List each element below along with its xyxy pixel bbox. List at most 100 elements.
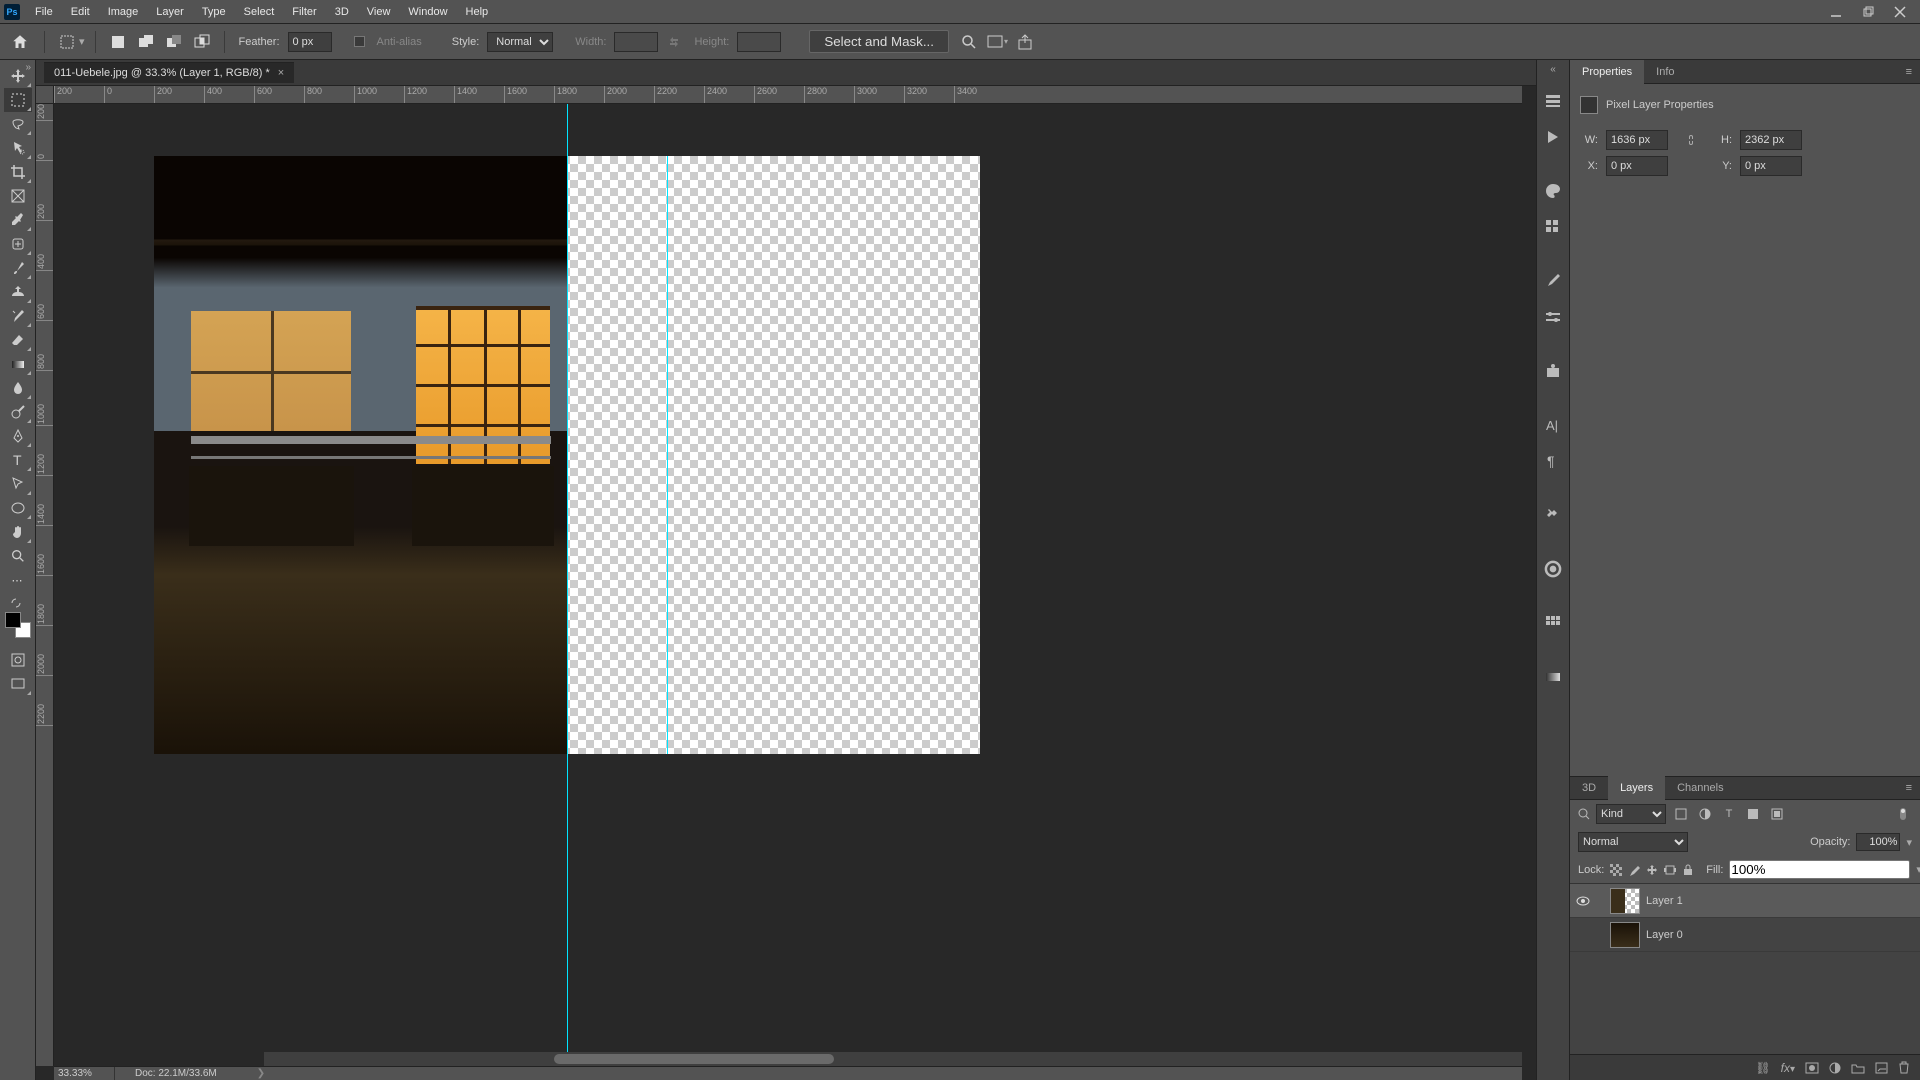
horizontal-ruler[interactable]: 2000200400600800100012001400160018002000…	[54, 86, 1522, 104]
marquee-tool[interactable]	[4, 88, 32, 112]
layer-row[interactable]: Layer 1	[1570, 884, 1920, 918]
pen-tool[interactable]	[4, 424, 32, 448]
info-tab[interactable]: Info	[1644, 60, 1686, 84]
crop-tool[interactable]	[4, 160, 32, 184]
history-panel-icon[interactable]	[1540, 88, 1566, 114]
menu-window[interactable]: Window	[399, 0, 456, 24]
search-icon[interactable]	[957, 30, 981, 54]
libraries-panel-icon[interactable]	[1540, 556, 1566, 582]
clone-stamp-tool[interactable]	[4, 280, 32, 304]
lock-all-icon[interactable]	[1682, 862, 1694, 878]
canvas-viewport[interactable]	[54, 104, 1522, 1066]
layer-mask-icon[interactable]	[1805, 1062, 1819, 1074]
character-panel-icon[interactable]: A|	[1540, 412, 1566, 438]
shape-tool[interactable]	[4, 496, 32, 520]
path-selection-tool[interactable]	[4, 472, 32, 496]
brushes-panel-icon[interactable]	[1540, 268, 1566, 294]
filter-shape-icon[interactable]	[1744, 805, 1762, 823]
horizontal-scrollbar[interactable]	[264, 1052, 1522, 1066]
menu-edit[interactable]: Edit	[62, 0, 99, 24]
screen-mode-icon[interactable]: ▾	[985, 30, 1009, 54]
select-and-mask-button[interactable]: Select and Mask...	[809, 30, 949, 53]
menu-type[interactable]: Type	[193, 0, 235, 24]
blend-mode-select[interactable]: Normal	[1578, 832, 1688, 852]
color-swatches[interactable]	[5, 612, 31, 638]
lock-pixels-icon[interactable]	[1628, 862, 1640, 878]
color-panel-icon[interactable]	[1540, 178, 1566, 204]
selection-add-icon[interactable]	[134, 30, 158, 54]
fill-chevron-icon[interactable]: ▾	[1916, 863, 1920, 876]
filter-toggle-icon[interactable]	[1894, 805, 1912, 823]
menu-3d[interactable]: 3D	[326, 0, 358, 24]
x-prop-input[interactable]	[1606, 156, 1668, 176]
menu-help[interactable]: Help	[457, 0, 498, 24]
window-close[interactable]	[1884, 0, 1916, 24]
new-layer-icon[interactable]	[1875, 1062, 1888, 1074]
hand-tool[interactable]	[4, 520, 32, 544]
delete-layer-icon[interactable]	[1898, 1061, 1910, 1074]
filter-pixel-icon[interactable]	[1672, 805, 1690, 823]
adjustment-layer-icon[interactable]	[1829, 1062, 1841, 1074]
filter-smart-icon[interactable]	[1768, 805, 1786, 823]
lasso-tool[interactable]	[4, 112, 32, 136]
history-brush-tool[interactable]	[4, 304, 32, 328]
3d-tab[interactable]: 3D	[1570, 776, 1608, 800]
screen-mode-tool-icon[interactable]	[4, 672, 32, 696]
layer-row[interactable]: Layer 0	[1570, 918, 1920, 952]
swap-colors-icon[interactable]	[4, 596, 32, 610]
window-restore[interactable]	[1852, 0, 1884, 24]
paragraph-panel-icon[interactable]: ¶	[1540, 448, 1566, 474]
close-tab-icon[interactable]: ×	[278, 67, 284, 79]
layer-thumbnail[interactable]	[1610, 888, 1640, 914]
window-minimize[interactable]	[1820, 0, 1852, 24]
zoom-tool[interactable]	[4, 544, 32, 568]
selection-subtract-icon[interactable]	[162, 30, 186, 54]
selection-intersect-icon[interactable]	[190, 30, 214, 54]
menu-view[interactable]: View	[358, 0, 400, 24]
lock-artboard-icon[interactable]	[1664, 862, 1676, 878]
type-tool[interactable]: T	[4, 448, 32, 472]
layers-panel-menu-icon[interactable]: ≡	[1898, 782, 1920, 794]
eyedropper-tool[interactable]	[4, 208, 32, 232]
layer-thumbnail[interactable]	[1610, 922, 1640, 948]
panel-menu-icon[interactable]: ≡	[1898, 66, 1920, 78]
actions-panel-icon[interactable]	[1540, 124, 1566, 150]
healing-brush-tool[interactable]	[4, 232, 32, 256]
share-icon[interactable]	[1013, 30, 1037, 54]
vertical-ruler[interactable]: 2000200400600800100012001400160018002000…	[36, 104, 54, 1066]
lock-position-icon[interactable]	[1646, 862, 1658, 878]
layers-tab[interactable]: Layers	[1608, 776, 1665, 800]
style-select[interactable]: Normal	[487, 32, 553, 52]
edit-toolbar[interactable]: ⋯	[4, 568, 32, 592]
group-icon[interactable]	[1851, 1062, 1865, 1074]
filter-type-icon[interactable]: T	[1720, 805, 1738, 823]
doc-info-chevron-icon[interactable]: ❯	[257, 1068, 265, 1079]
menu-filter[interactable]: Filter	[283, 0, 325, 24]
frame-tool[interactable]	[4, 184, 32, 208]
ruler-origin[interactable]	[36, 86, 54, 104]
menu-select[interactable]: Select	[235, 0, 284, 24]
dodge-tool[interactable]	[4, 400, 32, 424]
tool-presets-panel-icon[interactable]	[1540, 502, 1566, 528]
layer-style-icon[interactable]: fx▾	[1781, 1061, 1795, 1075]
tool-preset-icon[interactable]	[55, 30, 79, 54]
opacity-input[interactable]	[1856, 833, 1900, 851]
brush-settings-panel-icon[interactable]	[1540, 304, 1566, 330]
vertical-guide[interactable]	[667, 156, 668, 754]
gradients-panel-icon[interactable]	[1540, 664, 1566, 690]
home-button[interactable]	[6, 28, 34, 56]
properties-tab[interactable]: Properties	[1570, 60, 1644, 84]
layer-name[interactable]: Layer 1	[1646, 895, 1683, 907]
layer-name[interactable]: Layer 0	[1646, 929, 1683, 941]
menu-image[interactable]: Image	[99, 0, 148, 24]
blur-tool[interactable]	[4, 376, 32, 400]
feather-input[interactable]	[288, 32, 332, 52]
quick-selection-tool[interactable]	[4, 136, 32, 160]
filter-adjustment-icon[interactable]	[1696, 805, 1714, 823]
expand-panels-icon[interactable]: «	[1550, 64, 1556, 75]
menu-layer[interactable]: Layer	[147, 0, 193, 24]
visibility-toggle[interactable]	[1576, 896, 1592, 906]
eraser-tool[interactable]	[4, 328, 32, 352]
selection-new-icon[interactable]	[106, 30, 130, 54]
channels-tab[interactable]: Channels	[1665, 776, 1735, 800]
